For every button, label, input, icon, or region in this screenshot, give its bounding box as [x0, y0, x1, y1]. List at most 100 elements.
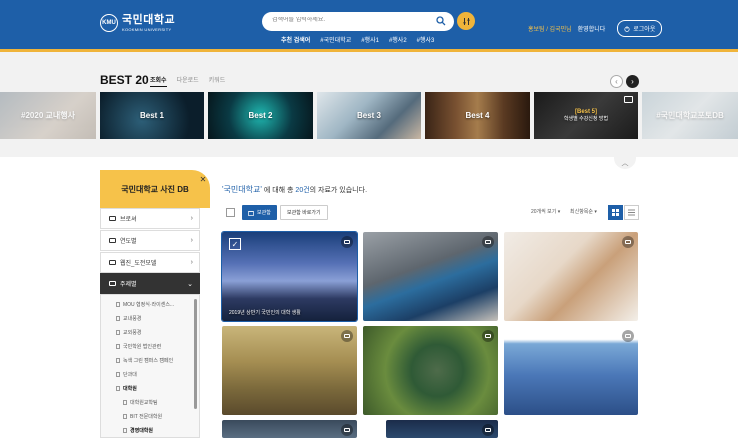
- search-input[interactable]: [272, 17, 432, 23]
- topic-sublist: MOU 협정식·라이센스... 교내풍경 교외풍경 국민학원 법인관련 녹색 그…: [100, 294, 200, 438]
- photo-thumb[interactable]: ✓ 2019년 상반기 국민인의 대학 생활: [221, 231, 358, 322]
- carousel-card[interactable]: Best 1: [100, 92, 204, 139]
- photo-thumb[interactable]: [504, 326, 638, 415]
- sidebar-item-label: 브로셔: [120, 217, 137, 223]
- sliders-icon: [463, 17, 469, 25]
- sidebar-item-label: 연도별: [120, 239, 137, 245]
- photo-thumb[interactable]: [386, 420, 498, 438]
- card-label: Best 1: [139, 111, 164, 120]
- tag-link[interactable]: #행사3: [417, 35, 435, 44]
- video-icon: [341, 330, 353, 342]
- folder-icon: [109, 260, 116, 265]
- carousel-next-button[interactable]: ›: [626, 75, 639, 88]
- best-carousel: #2020 교내행사 Best 1 Best 2 Best 3 Best 4 […: [0, 92, 738, 139]
- sublist-item-label: 대학원교학팀: [130, 400, 158, 406]
- sublist-item-label: MOU 협정식·라이센스...: [123, 302, 175, 308]
- carousel-card[interactable]: Best 3: [317, 92, 421, 139]
- sidebar-item-topic[interactable]: 주제별 ⌄: [100, 273, 200, 294]
- chevron-right-icon: ›: [190, 237, 193, 244]
- sidebar-item-brochure[interactable]: 브로셔 ›: [100, 208, 200, 229]
- tab-downloads[interactable]: 다운로드: [177, 75, 199, 87]
- user-name: 홍보팀 / 김국민님: [528, 27, 572, 33]
- document-icon: [116, 386, 120, 391]
- logo-english: KOOKMIN UNIVERSITY: [122, 26, 172, 32]
- user-area: 홍보팀 / 김국민님 환영합니다 로그아웃: [528, 20, 663, 37]
- sidebar-item-year[interactable]: 연도별 ›: [100, 230, 200, 251]
- filter-button[interactable]: [457, 12, 475, 30]
- sublist-item[interactable]: 대학원: [116, 385, 137, 392]
- result-keyword: '국민대학교': [222, 185, 262, 194]
- sublist-item[interactable]: 교외풍경: [116, 329, 141, 336]
- add-to-storage-label: 보관함: [257, 210, 271, 216]
- go-to-storage-button[interactable]: 보관함 바로가기: [280, 205, 328, 220]
- sublist-item-label: 국민학원 법인관련: [123, 344, 162, 350]
- logout-button[interactable]: 로그아웃: [617, 20, 663, 37]
- sublist-item[interactable]: 녹색 그린 캠퍼스 캠페인: [116, 357, 173, 364]
- photo-grid: ✓ 2019년 상반기 국민인의 대학 생활: [221, 231, 642, 438]
- sublist-item[interactable]: 대학원교학팀: [123, 399, 158, 406]
- tag-link[interactable]: #국민대학교: [320, 35, 351, 44]
- list-view-button[interactable]: [624, 205, 639, 220]
- grid-view-button[interactable]: [608, 205, 623, 220]
- tags-label: 추천 검색어: [281, 38, 311, 44]
- tag-link[interactable]: #행사2: [389, 35, 407, 44]
- best-tabs: 조회수 다운로드 키워드: [150, 75, 225, 87]
- photo-thumb[interactable]: [222, 420, 357, 438]
- select-all-checkbox[interactable]: [226, 208, 235, 217]
- photo-thumb[interactable]: [363, 232, 498, 321]
- carousel-card[interactable]: [Best 5] 학생별 수강신청 방법: [534, 92, 638, 139]
- sublist-item[interactable]: 교내풍경: [116, 315, 141, 322]
- card-label: Best 2: [248, 111, 273, 120]
- box-icon: [248, 210, 254, 216]
- results-toolbar: 보관함 보관함 바로가기 20개씩 보기 ▾ 최신항목순 ▾: [222, 205, 639, 220]
- folder-open-icon: [109, 281, 116, 286]
- result-tail: 의 자료가 있습니다.: [309, 187, 368, 194]
- sublist-item[interactable]: 국민학원 법인관련: [116, 343, 161, 350]
- result-count: 20건: [295, 187, 310, 194]
- photo-thumb[interactable]: [504, 232, 638, 321]
- camera-icon: [482, 424, 494, 436]
- sort-label: 최신항목순: [570, 209, 594, 215]
- tab-views[interactable]: 조회수: [150, 75, 167, 87]
- card-label: Best 4: [465, 111, 490, 120]
- sublist-item[interactable]: 경영대학원: [123, 427, 153, 434]
- photo-thumb[interactable]: [222, 326, 357, 415]
- camera-icon: [622, 330, 634, 342]
- sort-select[interactable]: 최신항목순 ▾: [570, 208, 597, 215]
- carousel-card[interactable]: #2020 교내행사: [0, 92, 96, 139]
- sublist-item[interactable]: 단과대: [116, 371, 137, 378]
- carousel-card[interactable]: Best 2: [208, 92, 313, 139]
- camera-icon: [482, 236, 494, 248]
- carousel-prev-button[interactable]: ‹: [610, 75, 623, 88]
- document-icon: [116, 330, 120, 335]
- carousel-card[interactable]: #국민대학교포토DB: [642, 92, 738, 139]
- results-content: '국민대학교' 에 대해 총 20건의 자료가 있습니다. 보관함 보관함 바로…: [221, 157, 642, 438]
- document-icon: [116, 372, 120, 377]
- tab-keywords[interactable]: 키워드: [209, 75, 226, 87]
- add-to-storage-button[interactable]: 보관함: [242, 205, 277, 220]
- tag-link[interactable]: #행사1: [361, 35, 379, 44]
- sidebar-item-webzine[interactable]: 웹진_도전모델 ›: [100, 252, 200, 273]
- search-icon[interactable]: [436, 16, 446, 26]
- university-logo[interactable]: KMU 국민대학교 KOOKMIN UNIVERSITY: [100, 14, 175, 32]
- document-icon: [123, 400, 127, 405]
- sublist-scrollbar[interactable]: [194, 299, 197, 409]
- photo-caption: 2019년 상반기 국민인의 대학 생활: [229, 310, 301, 316]
- top-header: KMU 국민대학교 KOOKMIN UNIVERSITY 추천 검색어 #국민대…: [0, 0, 738, 52]
- sublist-item[interactable]: MOU 협정식·라이센스...: [116, 301, 174, 308]
- sublist-item-label: BIT 전문대학원: [130, 414, 163, 420]
- carousel-card[interactable]: Best 4: [425, 92, 530, 139]
- document-icon: [116, 316, 120, 321]
- selected-check-icon[interactable]: ✓: [229, 238, 241, 250]
- card-label: Best 3: [356, 111, 381, 120]
- photo-thumb[interactable]: [363, 326, 498, 415]
- sublist-item-label: 교외풍경: [123, 330, 142, 336]
- chevron-left-icon: ‹: [615, 77, 618, 86]
- sublist-item[interactable]: BIT 전문대학원: [123, 413, 162, 420]
- best-title: BEST 20: [100, 73, 149, 87]
- per-page-select[interactable]: 20개씩 보기 ▾: [531, 208, 560, 215]
- video-icon: [622, 236, 634, 248]
- close-icon[interactable]: ✕: [198, 175, 208, 185]
- welcome-text: 환영합니다: [577, 27, 606, 33]
- sublist-item-label: 단과대: [123, 372, 137, 378]
